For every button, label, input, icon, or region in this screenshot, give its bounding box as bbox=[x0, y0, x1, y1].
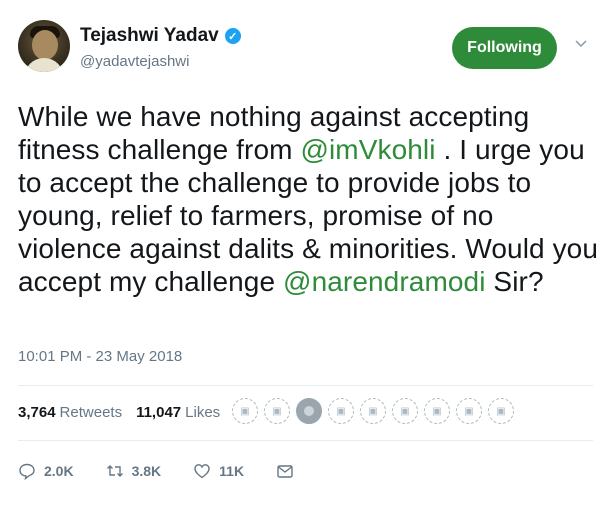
like-button[interactable]: 11K bbox=[193, 462, 244, 480]
chevron-down-icon[interactable] bbox=[575, 38, 587, 50]
liker-avatar[interactable]: ▣ bbox=[392, 398, 418, 424]
liker-avatar[interactable]: ▣ bbox=[328, 398, 354, 424]
reply-count: 2.0K bbox=[44, 463, 74, 479]
author-name[interactable]: Tejashwi Yadav bbox=[80, 25, 219, 47]
retweet-icon bbox=[106, 465, 123, 477]
retweet-button[interactable]: 3.8K bbox=[106, 462, 162, 480]
verified-badge-icon: ✓ bbox=[224, 28, 241, 44]
liker-avatar[interactable]: ▣ bbox=[456, 398, 482, 424]
likers-avatars: ▣ ▣ ▣ ▣ ▣ ▣ ▣ ▣ bbox=[232, 398, 514, 424]
avatar-body bbox=[24, 58, 64, 72]
divider bbox=[18, 385, 593, 386]
like-count: 11K bbox=[219, 463, 245, 479]
liker-avatar[interactable]: ▣ bbox=[488, 398, 514, 424]
retweets-label[interactable]: Retweets bbox=[60, 404, 123, 421]
liker-avatar[interactable]: ▣ bbox=[360, 398, 386, 424]
retweet-count: 3.8K bbox=[131, 463, 162, 479]
retweets-count[interactable]: 3,764 bbox=[18, 404, 56, 421]
tweet-timestamp[interactable]: 10:01 PM - 23 May 2018 bbox=[18, 348, 182, 365]
liker-avatar[interactable]: ▣ bbox=[424, 398, 450, 424]
author-name-row[interactable]: Tejashwi Yadav ✓ bbox=[80, 25, 241, 47]
message-button[interactable] bbox=[276, 462, 294, 480]
divider bbox=[18, 440, 593, 441]
reply-button[interactable]: 2.0K bbox=[18, 462, 74, 480]
liker-avatar[interactable]: ▣ bbox=[232, 398, 258, 424]
like-icon bbox=[194, 464, 210, 479]
message-icon bbox=[277, 465, 293, 478]
author-handle[interactable]: @yadavtejashwi bbox=[80, 53, 189, 70]
liker-avatar[interactable] bbox=[296, 398, 322, 424]
engagement-stats: 3,764 Retweets 11,047 Likes bbox=[18, 404, 220, 421]
avatar[interactable] bbox=[18, 20, 70, 72]
likes-count[interactable]: 11,047 bbox=[136, 404, 181, 421]
tweet-actions: 2.0K 3.8K 11K bbox=[18, 462, 326, 480]
mention-link-narendramodi[interactable]: @narendramodi bbox=[283, 266, 486, 297]
likes-label[interactable]: Likes bbox=[185, 404, 220, 421]
tweet-text-part3: Sir? bbox=[485, 266, 544, 297]
reply-icon bbox=[19, 463, 35, 480]
following-button[interactable]: Following bbox=[452, 27, 557, 69]
mention-link-imvkohli[interactable]: @imVkohli bbox=[300, 134, 435, 165]
tweet-text: While we have nothing against accepting … bbox=[18, 100, 603, 298]
avatar-face bbox=[32, 30, 58, 60]
liker-avatar[interactable]: ▣ bbox=[264, 398, 290, 424]
